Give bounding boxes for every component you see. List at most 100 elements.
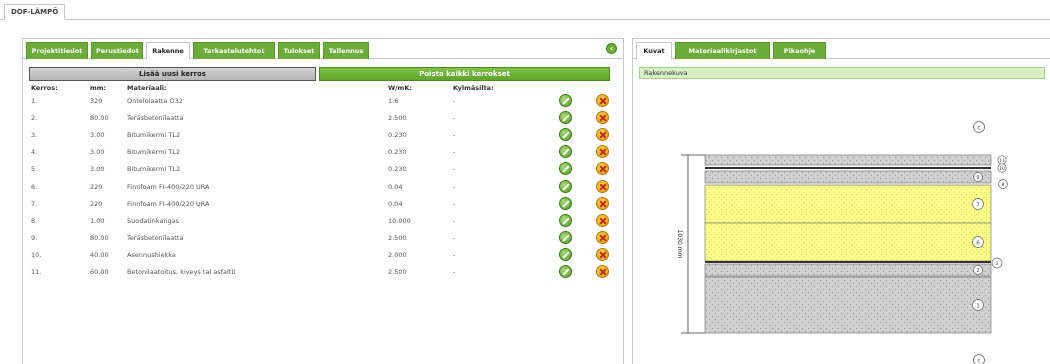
cell-mm: 40.00 [90, 250, 109, 259]
cell-thermal-bridge: - [453, 97, 456, 105]
drawing-layer-11 [704, 154, 992, 166]
add-layer-button[interactable]: Lisää uusi kerros [29, 67, 316, 81]
edit-layer-icon[interactable] [559, 128, 572, 142]
table-row: 1. 320 Ontelolaatta O32 1.6 - [23, 93, 623, 110]
edit-layer-icon[interactable] [559, 247, 572, 261]
side-marker-3: 3 [991, 257, 1003, 269]
cell-layer: 8. [31, 216, 38, 225]
drawing-layer-1 [704, 276, 992, 334]
edit-layer-icon[interactable] [559, 111, 572, 125]
side-marker-8: 8 [998, 179, 1008, 189]
tab-tallennus[interactable]: Tallennus [323, 42, 369, 59]
svg-text:1: 1 [976, 304, 980, 310]
edit-layer-icon[interactable] [559, 213, 572, 227]
tab-perustiedot[interactable]: Perustiedot [91, 42, 143, 59]
column-header-conductivity: W/mK: [388, 84, 412, 92]
tab-pikaohje[interactable]: Pikaohje [773, 42, 826, 59]
cell-layer: 2. [31, 114, 38, 123]
cell-conductivity: 10.000 [388, 216, 411, 225]
delete-layer-icon[interactable] [596, 162, 609, 176]
svg-text:7: 7 [976, 203, 980, 209]
edit-layer-icon[interactable] [559, 145, 572, 159]
cell-conductivity: 0.230 [388, 148, 407, 157]
edit-layer-icon[interactable] [559, 230, 572, 244]
cell-mm: 320 [90, 97, 103, 105]
delete-layer-icon[interactable] [596, 128, 609, 142]
table-row: 4. 3.00 Bitumikermi TL2 0.230 - [23, 144, 623, 161]
cell-mm: 220 [90, 199, 103, 208]
delete-layer-icon[interactable] [596, 230, 609, 244]
delete-layer-icon[interactable] [596, 94, 609, 107]
tab-tarkastelutehtot[interactable]: Tarkastelutehtot [193, 42, 275, 59]
delete-layer-icon[interactable] [596, 196, 609, 210]
svg-text:2: 2 [976, 268, 979, 274]
column-header-mm: mm: [90, 84, 107, 92]
edit-layer-icon[interactable] [559, 94, 572, 107]
cell-conductivity: 0.230 [388, 131, 407, 140]
cell-conductivity: 2.500 [388, 268, 407, 276]
table-row: 7. 220 Finnfoam FI-400/220 URA 0.04 - [23, 196, 623, 213]
side-marker-10: 10 [997, 163, 1007, 173]
cell-material: Teräsbetonilaatta [127, 233, 184, 242]
delete-layer-icon[interactable] [596, 213, 609, 227]
collapse-left-icon[interactable]: ‹ [606, 43, 617, 54]
table-row: 10. 40.00 Asennushiekka 2.000 - [23, 247, 623, 264]
table-row: 6. 220 Finnfoam FI-400/220 URA 0.04 - [23, 179, 623, 196]
structure-image-label: Rakennekuva [639, 67, 1045, 79]
cell-material: Ontelolaatta O32 [127, 97, 183, 105]
svg-text:3: 3 [996, 261, 999, 267]
cell-material: Betonilaatoitus, kiveys tai asfaltti [127, 268, 236, 276]
remove-all-layers-button[interactable]: Poista kaikki kerrokset [319, 67, 610, 81]
edit-layer-icon[interactable] [559, 196, 572, 210]
edit-layer-icon[interactable] [559, 162, 572, 176]
cell-layer: 4. [31, 148, 38, 157]
dimension-line: 1030 mm [676, 154, 705, 334]
structure-panel: Projektitiedot Perustiedot Rakenne Tarka… [22, 38, 624, 364]
cell-mm: 80.00 [90, 233, 109, 242]
cell-thermal-bridge: - [453, 216, 456, 225]
tab-kuvat[interactable]: Kuvat [636, 42, 672, 60]
cell-layer: 11. [31, 268, 42, 276]
cell-thermal-bridge: - [453, 199, 456, 208]
delete-layer-icon[interactable] [596, 265, 609, 278]
cell-material: Finnfoam FI-400/220 URA [127, 182, 210, 191]
delete-layer-icon[interactable] [596, 145, 609, 159]
svg-text:10: 10 [999, 166, 1005, 172]
drawing-layer-6 [704, 222, 992, 262]
cell-layer: 10. [31, 250, 42, 259]
cell-mm: 80.00 [90, 114, 109, 123]
tab-projektitiedot[interactable]: Projektitiedot [26, 42, 88, 59]
layer-marker-2: 2 [973, 265, 983, 275]
cell-conductivity: 1.6 [388, 97, 399, 105]
cell-thermal-bridge: - [453, 148, 456, 157]
svg-text:c: c [977, 125, 980, 132]
cell-material: Asennushiekka [127, 250, 176, 259]
edit-layer-icon[interactable] [559, 179, 572, 193]
cell-layer: 9. [31, 233, 38, 242]
svg-text:6: 6 [976, 241, 980, 247]
edit-layer-icon[interactable] [559, 265, 572, 278]
cell-layer: 3. [31, 131, 38, 140]
cell-thermal-bridge: - [453, 233, 456, 242]
structure-drawing: c 1030 mm 9 7 6 2 1 11 10 8 3 c [676, 121, 1008, 364]
cell-mm: 60.00 [90, 268, 109, 276]
table-row: 9. 80.00 Teräsbetonilaatta 2.500 - [23, 230, 623, 247]
svg-text:9: 9 [976, 175, 979, 181]
app-tab-dof-lampo[interactable]: DOF-LÄMPÖ [4, 4, 66, 20]
table-row: 3. 3.00 Bitumikermi TL2 0.230 - [23, 127, 623, 144]
table-row: 2. 80.00 Teräsbetonilaatta 2.500 - [23, 110, 623, 127]
svg-text:8: 8 [1002, 182, 1005, 188]
dimension-label: 1030 mm [676, 230, 683, 259]
tab-materiaalikirjastot[interactable]: Materiaalikirjastot [675, 42, 770, 59]
svg-text:11: 11 [999, 158, 1005, 164]
cell-layer: 7. [31, 199, 38, 208]
cell-material: Teräsbetonilaatta [127, 114, 184, 123]
delete-layer-icon[interactable] [596, 179, 609, 193]
delete-layer-icon[interactable] [596, 111, 609, 125]
delete-layer-icon[interactable] [596, 247, 609, 261]
tab-rakenne[interactable]: Rakenne [146, 42, 190, 60]
cell-material: Finnfoam FI-400/220 URA [127, 199, 210, 208]
svg-text:c: c [977, 358, 980, 364]
tab-tulokset[interactable]: Tulokset [278, 42, 320, 59]
images-panel: Kuvat Materiaalikirjastot Pikaohje Raken… [632, 38, 1050, 364]
